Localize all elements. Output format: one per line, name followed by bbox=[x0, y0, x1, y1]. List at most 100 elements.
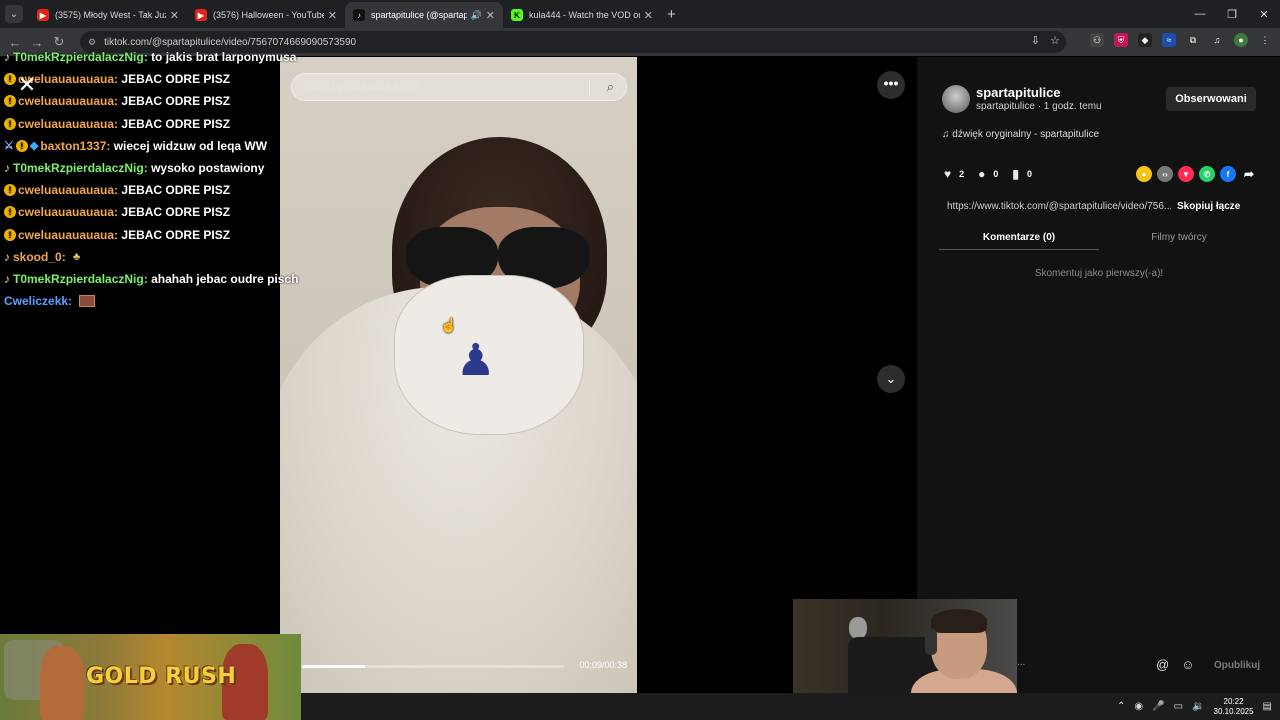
send-share-icon[interactable]: ▼ bbox=[1178, 166, 1194, 182]
incognito-extension-icon[interactable]: ⚇ bbox=[1090, 33, 1104, 47]
browser-tab-2[interactable]: ▶ (3576) Halloween - YouTube ✕ bbox=[187, 2, 345, 28]
video-link[interactable]: https://www.tiktok.com/@spartapitulice/v… bbox=[939, 201, 1171, 212]
chat-colon: : bbox=[61, 249, 70, 264]
browser-tab-strip: ⌄ ▶ (3575) Młody West - Tak Już By ✕ ▶ (… bbox=[0, 0, 1280, 28]
chat-message: ♪ T0mekRzpierdalaczNig: to jakis brat lar… bbox=[0, 46, 300, 68]
heart-icon: ♥ bbox=[944, 167, 952, 181]
diamond-extension-icon[interactable]: ◆ bbox=[1138, 33, 1152, 47]
embed-share-icon[interactable]: ‹› bbox=[1157, 166, 1173, 182]
chat-text: JEBAC ODRE PISZ bbox=[121, 183, 231, 198]
speaker-icon[interactable]: 🔊 bbox=[471, 10, 482, 21]
chat-message: ! cweluauauauaua: JEBAC ODRE PISZ bbox=[0, 113, 300, 135]
link-box: https://www.tiktok.com/@spartapitulice/v… bbox=[939, 194, 1259, 218]
bookmark-star-icon[interactable]: ☆ bbox=[1050, 34, 1060, 47]
close-tab-icon[interactable]: ✕ bbox=[170, 9, 179, 22]
discord-icon[interactable]: ◉ bbox=[1134, 701, 1143, 712]
chat-username[interactable]: T0mekRzpierdalaczNig bbox=[13, 50, 144, 64]
chat-username[interactable]: cweluauauauaua bbox=[18, 117, 114, 131]
creator-avatar[interactable] bbox=[942, 85, 970, 113]
chat-username[interactable]: skood_0 bbox=[13, 250, 62, 264]
new-tab-icon[interactable]: + bbox=[667, 6, 676, 23]
copy-link-button[interactable]: Skopiuj łącze bbox=[1177, 201, 1240, 212]
close-window-icon[interactable]: ✕ bbox=[1248, 0, 1280, 28]
wave-extension-icon[interactable]: ≈ bbox=[1162, 33, 1176, 47]
chat-username[interactable]: T0mekRzpierdalaczNig bbox=[13, 161, 144, 175]
engagement-stats: ♥ 2 ● 0 ▮ 0 bbox=[944, 167, 1032, 181]
sound-title: dźwięk oryginalny - spartapitulice bbox=[952, 129, 1100, 140]
minimize-icon[interactable]: — bbox=[1184, 0, 1216, 28]
game-banner: GOLD RUSH bbox=[0, 634, 301, 720]
chat-username[interactable]: Cweliczekk bbox=[4, 294, 68, 308]
share-row: ● ‹› ▼ ✆ f ➦ bbox=[1136, 166, 1257, 182]
chat-text: ahahah jebac oudre pisch bbox=[151, 271, 299, 286]
close-tab-icon[interactable]: ✕ bbox=[486, 9, 495, 22]
following-button[interactable]: Obserwowani bbox=[1166, 87, 1256, 111]
network-icon[interactable]: ▭ bbox=[1174, 701, 1183, 712]
chat-username[interactable]: cweluauauauaua bbox=[18, 205, 114, 219]
next-video-button[interactable]: ⌄ bbox=[877, 365, 905, 393]
volume-icon[interactable]: 🔉 bbox=[1192, 701, 1204, 712]
tray-chevron-icon[interactable]: ⌃ bbox=[1117, 701, 1125, 712]
coin-badge-icon: ! bbox=[4, 117, 16, 130]
puzzle-icon[interactable]: ⧉ bbox=[1186, 33, 1200, 47]
comment-icon: ● bbox=[978, 167, 986, 181]
facebook-share-icon[interactable]: f bbox=[1220, 166, 1236, 182]
chat-username[interactable]: T0mekRzpierdalaczNig bbox=[13, 272, 144, 286]
close-tab-icon[interactable]: ✕ bbox=[328, 9, 337, 22]
banner-title: GOLD RUSH bbox=[86, 664, 237, 689]
close-icon[interactable]: ✕ bbox=[14, 72, 40, 98]
emoji-icon[interactable]: ☺ bbox=[1181, 657, 1194, 672]
video-player[interactable]: ♟ ☝ Znajdź powiązane treści ⌕ 00:09/00:3… bbox=[280, 57, 637, 693]
progress-bar[interactable] bbox=[302, 665, 564, 668]
media-icon[interactable]: ♫ bbox=[1210, 33, 1224, 47]
youtube-icon: ▶ bbox=[37, 9, 49, 21]
menu-icon[interactable]: ⋮ bbox=[1258, 33, 1272, 47]
like-button[interactable]: ♥ 2 bbox=[944, 167, 964, 181]
whatsapp-share-icon[interactable]: ✆ bbox=[1199, 166, 1215, 182]
tab-search-icon[interactable]: ⌄ bbox=[5, 5, 23, 23]
chat-username[interactable]: baxton1337 bbox=[40, 139, 106, 153]
shield-extension-icon[interactable]: ⛨ bbox=[1114, 33, 1128, 47]
creator-username[interactable]: spartapitulice bbox=[976, 85, 1061, 100]
search-divider bbox=[589, 80, 590, 96]
music-note-badge-icon: ♪ bbox=[4, 50, 10, 65]
chat-text: to jakis brat larponymusa bbox=[151, 50, 297, 65]
chat-username[interactable]: cweluauauauaua bbox=[18, 183, 114, 197]
chat-colon: : bbox=[106, 138, 114, 153]
tab-title: spartapitulice (@spartapitu bbox=[371, 10, 467, 20]
cube-badge-icon: ◆ bbox=[29, 140, 39, 153]
comment-count: 0 bbox=[993, 169, 999, 179]
mention-icon[interactable]: @ bbox=[1156, 657, 1169, 672]
chat-message: ⚔! ◆ baxton1337: wiecej widzuw od leqa WW bbox=[0, 135, 300, 157]
music-note-badge-icon: ♪ bbox=[4, 249, 10, 264]
post-comment-button[interactable]: Opublikuj bbox=[1214, 660, 1260, 671]
restore-icon[interactable]: ❐ bbox=[1216, 0, 1248, 28]
taskbar-clock[interactable]: 20:22 30.10.2025 bbox=[1214, 697, 1254, 717]
comment-input-ellipsis: ... bbox=[1017, 657, 1026, 668]
search-icon[interactable]: ⌕ bbox=[607, 79, 614, 95]
webcam-wall-mask bbox=[849, 617, 867, 639]
save-button[interactable]: ▮ 0 bbox=[1012, 167, 1032, 181]
coin-share-icon[interactable]: ● bbox=[1136, 166, 1152, 182]
browser-tab-4[interactable]: K kula444 - Watch the VOD on K ✕ bbox=[503, 2, 661, 28]
more-options-button[interactable]: ••• bbox=[877, 71, 905, 99]
browser-tab-1[interactable]: ▶ (3575) Młody West - Tak Już By ✕ bbox=[29, 2, 187, 28]
extensions-bar: ⚇ ⛨ ◆ ≈ ⧉ ♫ ● ⋮ bbox=[1090, 33, 1272, 47]
tab-creator-videos[interactable]: Filmy twórcy bbox=[1099, 230, 1259, 250]
notifications-icon[interactable]: ▤ bbox=[1263, 701, 1272, 712]
chat-message: ! cweluauauauaua: JEBAC ODRE PISZ bbox=[0, 201, 300, 223]
install-app-icon[interactable]: ⇩ bbox=[1031, 34, 1040, 47]
share-arrow-icon[interactable]: ➦ bbox=[1241, 166, 1257, 182]
clock-time: 20:22 bbox=[1223, 696, 1244, 706]
profile-avatar[interactable]: ● bbox=[1234, 33, 1248, 47]
sound-link[interactable]: ♫ dźwięk oryginalny - spartapitulice bbox=[942, 129, 1099, 140]
youtube-icon: ▶ bbox=[195, 9, 207, 21]
close-tab-icon[interactable]: ✕ bbox=[644, 9, 653, 22]
comment-button[interactable]: ● 0 bbox=[978, 167, 998, 181]
browser-tab-3[interactable]: ♪ spartapitulice (@spartapitu 🔊 ✕ bbox=[345, 2, 503, 28]
chat-username[interactable]: cweluauauauaua bbox=[18, 228, 114, 242]
chat-text: JEBAC ODRE PISZ bbox=[121, 116, 231, 131]
microphone-icon[interactable]: 🎤 bbox=[1152, 701, 1164, 712]
related-search-input[interactable]: Znajdź powiązane treści ⌕ bbox=[291, 73, 627, 101]
tab-comments[interactable]: Komentarze (0) bbox=[939, 230, 1099, 250]
